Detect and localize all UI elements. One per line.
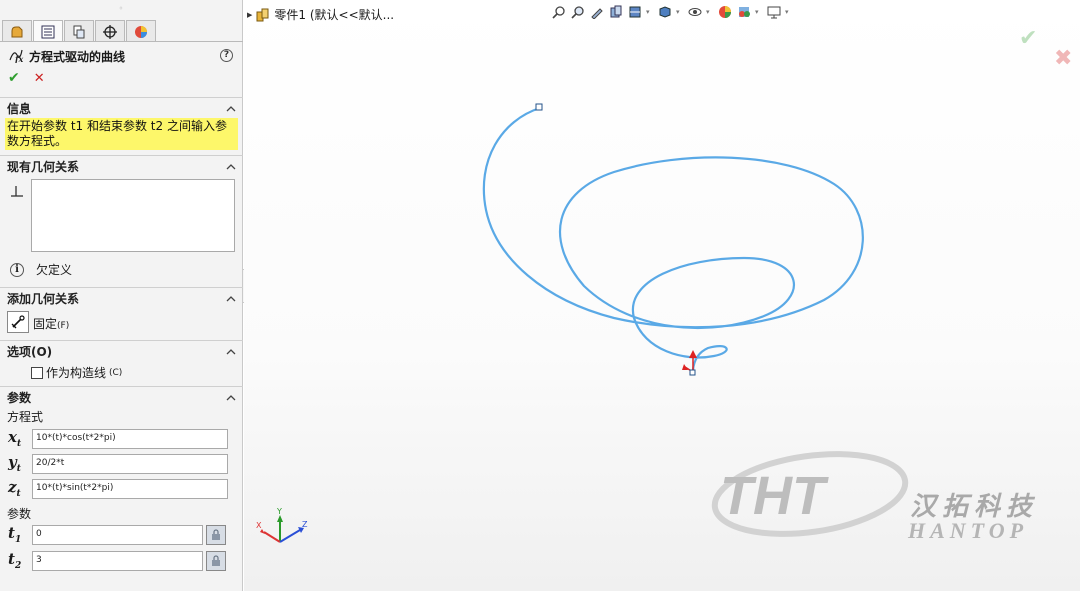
property-manager-title: fx 方程式驱动的曲线 — [8, 47, 125, 66]
property-manager-icon[interactable] — [33, 20, 63, 42]
end-endpoint[interactable] — [689, 369, 696, 376]
chevron-up-icon[interactable] — [225, 161, 237, 173]
x-axis-label: X — [256, 521, 262, 530]
add-relations-header-text: 添加几何关系 — [7, 292, 80, 306]
watermark-english: HANTOP — [908, 518, 1029, 543]
x-equation-row: xt 10*(t)*cos(t*2*pi) — [8, 428, 228, 449]
help-icon[interactable]: ? — [220, 49, 233, 62]
existing-relations-header[interactable]: 现有几何关系 — [0, 158, 243, 176]
ok-cancel-row: ✔ ✕ — [8, 70, 45, 86]
helix-curve[interactable] — [482, 106, 864, 371]
info-icon: i — [10, 262, 24, 277]
y-equation-input[interactable]: 20/2*t — [32, 453, 228, 474]
start-endpoint[interactable] — [535, 103, 543, 111]
ok-button[interactable]: ✔ — [8, 70, 20, 86]
existing-relations-header-text: 现有几何关系 — [7, 160, 80, 174]
t1-lock-button[interactable] — [206, 524, 226, 545]
chevron-up-icon[interactable] — [225, 392, 237, 404]
z-axis-label: Z — [302, 520, 308, 529]
manager-tabs — [2, 20, 157, 42]
x-variable-label: xt — [8, 428, 22, 449]
t1-variable-label: t1 — [8, 524, 22, 545]
options-header[interactable]: 选项(O) — [0, 343, 243, 361]
dimxpert-icon[interactable] — [95, 20, 125, 42]
chevron-up-icon[interactable] — [225, 293, 237, 305]
info-header-text: 信息 — [7, 102, 32, 116]
chevron-up-icon[interactable] — [225, 346, 237, 358]
parameters-group: 参数 — [0, 389, 243, 407]
info-group-header[interactable]: 信息 — [0, 100, 243, 118]
construction-option[interactable]: 作为构造线 (C) — [31, 364, 122, 381]
construction-label[interactable]: 作为构造线 — [46, 364, 106, 381]
construction-mnemonic: (C) — [109, 367, 123, 378]
configuration-manager-icon[interactable] — [64, 20, 94, 42]
divider — [0, 386, 243, 387]
divider — [0, 287, 243, 288]
cancel-button[interactable]: ✕ — [34, 71, 45, 86]
parameters-header-text: 参数 — [7, 391, 32, 405]
t2-variable-label: t2 — [8, 550, 22, 571]
equation-curve-icon: fx — [8, 47, 24, 66]
x-equation-input[interactable]: 10*(t)*cos(t*2*pi) — [32, 428, 228, 449]
t1-input[interactable]: 0 — [32, 524, 203, 545]
options-group: 选项(O) — [0, 343, 243, 361]
z-equation-row: zt 10*(t)*sin(t*2*pi) — [8, 478, 228, 499]
relation-icon — [10, 184, 24, 202]
feature-manager-icon[interactable] — [2, 20, 32, 42]
z-equation-input[interactable]: 10*(t)*sin(t*2*pi) — [32, 478, 228, 499]
equation-label: 方程式 — [7, 410, 44, 424]
divider — [0, 155, 243, 156]
divider — [0, 97, 243, 98]
watermark-logo-text: THT — [720, 466, 829, 526]
fix-mnemonic: (F) — [57, 321, 70, 331]
anchor-icon — [11, 315, 25, 329]
status-text: 欠定义 — [36, 263, 73, 277]
y-equation-row: yt 20/2*t — [8, 453, 228, 474]
fix-relation-button[interactable] — [7, 311, 29, 333]
fix-label[interactable]: 固定(F) — [33, 315, 69, 332]
tab-divider — [0, 41, 243, 42]
z-variable-label: zt — [8, 478, 21, 499]
title-text: 方程式驱动的曲线 — [29, 50, 126, 64]
options-header-text: 选项(O) — [7, 345, 53, 359]
parameters-header[interactable]: 参数 — [0, 389, 243, 407]
t2-input[interactable]: 3 — [32, 550, 203, 571]
info-message: 在开始参数 t1 和结束参数 t2 之间输入参数方程式。 — [5, 118, 238, 150]
svg-text:fx: fx — [14, 54, 23, 63]
chevron-up-icon[interactable] — [225, 103, 237, 115]
fix-label-text: 固定 — [33, 317, 58, 331]
existing-relations-list[interactable] — [31, 179, 235, 252]
lock-icon — [212, 528, 220, 540]
info-group: 信息 在开始参数 t1 和结束参数 t2 之间输入参数方程式。 — [0, 100, 243, 150]
add-relations-group: 添加几何关系 — [0, 290, 243, 308]
definition-status: i 欠定义 — [10, 261, 72, 278]
construction-checkbox[interactable] — [31, 366, 43, 379]
reference-triad: Y X Z — [256, 507, 308, 543]
add-relations-header[interactable]: 添加几何关系 — [0, 290, 243, 308]
panel-grip[interactable]: ◦ — [0, 0, 242, 18]
y-axis-label: Y — [276, 507, 282, 516]
t2-row: t2 3 — [8, 550, 226, 571]
watermark-logo: THT — [711, 451, 909, 537]
existing-relations-group: 现有几何关系 — [0, 158, 243, 176]
divider — [0, 340, 243, 341]
display-manager-icon[interactable] — [126, 20, 156, 42]
y-variable-label: yt — [8, 453, 21, 474]
t2-lock-button[interactable] — [206, 550, 226, 571]
parameter-label: 参数 — [7, 507, 32, 521]
t1-row: t1 0 — [8, 524, 226, 545]
lock-icon — [212, 554, 220, 566]
property-manager-panel: ◦ fx 方程式驱动的曲线 ? ✔ ✕ 信息 在开始参数 t1 和结束参数 t2… — [0, 0, 243, 591]
